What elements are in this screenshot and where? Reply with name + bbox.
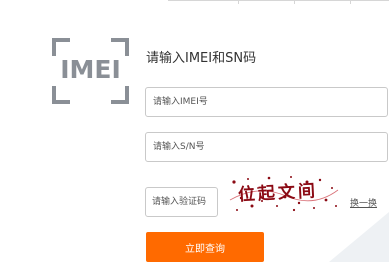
imei-badge-text: IMEI [60, 55, 121, 84]
scan-corner-top-left [52, 38, 70, 56]
decorative-corner-shape [329, 212, 389, 262]
submit-button[interactable]: 立即查询 [146, 232, 264, 262]
page-title: 请输入IMEI和SN码 [146, 51, 257, 66]
captcha-image[interactable]: 位起文间 [228, 170, 340, 216]
imei-input[interactable] [145, 87, 388, 117]
scan-corner-bottom-right [111, 86, 129, 104]
imei-scan-icon: IMEI [52, 38, 129, 104]
captcha-text: 位起文间 [237, 180, 318, 205]
refresh-captcha-link[interactable]: 换一换 [350, 196, 377, 209]
captcha-input[interactable] [145, 187, 218, 217]
top-divider [168, 0, 389, 4]
scan-corner-top-right [111, 38, 129, 56]
scan-corner-bottom-left [52, 86, 70, 104]
sn-input[interactable] [145, 132, 388, 162]
